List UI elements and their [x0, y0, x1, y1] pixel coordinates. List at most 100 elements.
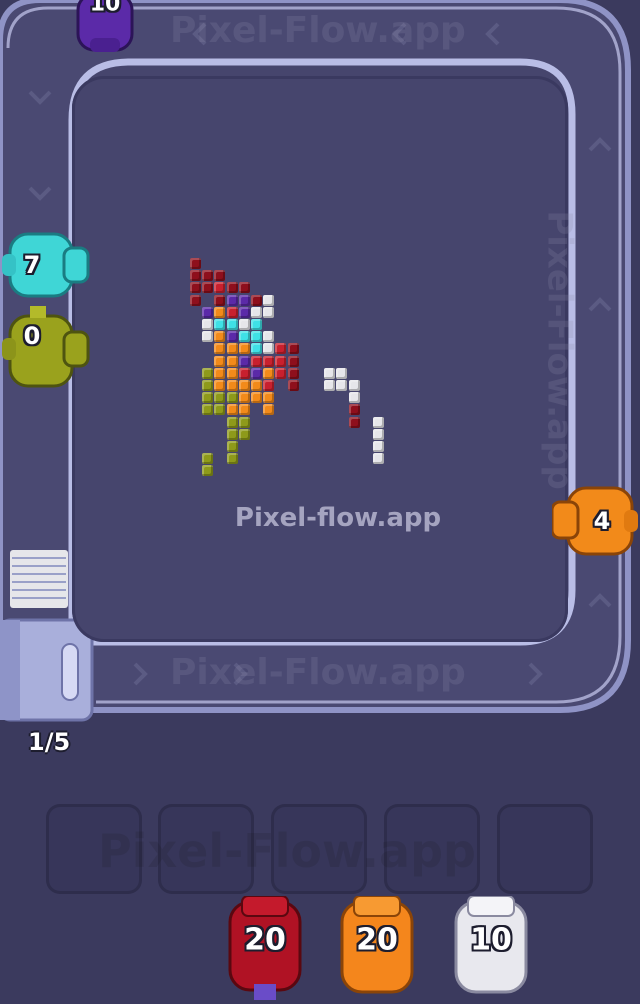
waiting-orange[interactable]: 20: [336, 895, 418, 1000]
pixel-block: [226, 343, 238, 355]
pixel-block: [238, 416, 250, 428]
pixel-block: [226, 367, 238, 379]
pixel-block: [214, 367, 226, 379]
pixel-block: [348, 392, 360, 404]
pixel-block: [251, 331, 262, 343]
pixel-block: [226, 416, 238, 428]
waiting-red[interactable]: 20: [220, 895, 310, 1000]
pixel-block: [202, 453, 214, 465]
pixel-block: [202, 270, 214, 282]
shooter-purple[interactable]: 10: [72, 0, 138, 58]
pixel-block: [214, 355, 226, 367]
pixel-block: [214, 331, 226, 343]
pixel-block: [251, 380, 262, 391]
pixel-block: [324, 367, 336, 379]
pixel-block: [214, 294, 226, 306]
waiting-white[interactable]: 10: [450, 895, 532, 1000]
pixel-block: [263, 331, 275, 343]
pixel-block: [373, 428, 384, 440]
watermark-track-bottom: Pixel-Flow.app: [170, 652, 466, 693]
pixel-block: [324, 380, 336, 391]
pixel-block: [336, 367, 348, 379]
pixel-block: [348, 416, 360, 428]
pixel-block: [348, 380, 360, 391]
pixel-board: [72, 76, 568, 642]
pixel-block: [226, 441, 238, 452]
pixel-block: [190, 258, 201, 269]
pixel-block: [251, 306, 262, 318]
pixel-block: [287, 380, 299, 391]
pig-icon: [2, 306, 90, 388]
pixel-block: [226, 319, 238, 330]
pixel-block: [263, 392, 275, 404]
pixel-block: [214, 270, 226, 282]
pixel-block: [238, 331, 250, 343]
tray-slot[interactable]: [497, 804, 593, 894]
pixel-block: [238, 319, 250, 330]
pixel-block: [202, 367, 214, 379]
pixel-block: [263, 367, 275, 379]
pixel-block: [263, 343, 275, 355]
pixel-block: [226, 294, 238, 306]
pixel-block: [373, 441, 384, 452]
pixel-block: [214, 282, 226, 294]
pixel-block: [190, 270, 201, 282]
pixel-block: [238, 343, 250, 355]
pixel-block: [251, 343, 262, 355]
pixel-block: [214, 319, 226, 330]
pixel-block: [251, 294, 262, 306]
pixel-block: [202, 282, 214, 294]
pixel-block: [238, 294, 250, 306]
watermark-center: Pixel-flow.app: [234, 503, 442, 533]
pixel-block: [263, 404, 275, 416]
pixel-block: [263, 380, 275, 391]
pixel-block: [373, 453, 384, 465]
shooter-cyan[interactable]: 7: [2, 228, 90, 302]
pixel-block: [202, 331, 214, 343]
pixel-block: [226, 404, 238, 416]
pixel-block: [190, 294, 201, 306]
watermark-track-top: Pixel-Flow.app: [170, 10, 466, 51]
pixel-block: [373, 416, 384, 428]
pixel-block: [214, 306, 226, 318]
pixel-block: [348, 404, 360, 416]
shooter-olive[interactable]: 0: [2, 306, 90, 388]
pixel-block: [287, 343, 299, 355]
pixel-block: [275, 355, 287, 367]
pixel-block: [263, 355, 275, 367]
pixel-block: [275, 367, 287, 379]
pixel-block: [226, 380, 238, 391]
pixel-block: [202, 404, 214, 416]
pixel-block: [238, 306, 250, 318]
pixel-block: [214, 343, 226, 355]
pixel-block: [238, 380, 250, 391]
pixel-block: [287, 367, 299, 379]
pixel-block: [226, 392, 238, 404]
queue-counter: 1/5: [28, 728, 71, 756]
pixel-block: [238, 392, 250, 404]
pixel-block: [202, 392, 214, 404]
pixel-block: [226, 428, 238, 440]
pixel-block: [263, 294, 275, 306]
pixel-block: [251, 392, 262, 404]
pixel-block: [226, 453, 238, 465]
pixel-block: [275, 343, 287, 355]
watermark-track-right: Pixel-Flow.app: [539, 210, 580, 490]
pixel-block: [226, 282, 238, 294]
pixel-block: [251, 319, 262, 330]
queue-stack-icon: [10, 550, 68, 608]
pixel-block: [226, 331, 238, 343]
pixel-block: [226, 306, 238, 318]
watermark-tray: Pixel-Flow.app: [98, 824, 476, 878]
pixel-block: [202, 380, 214, 391]
shooter-orange[interactable]: 4: [550, 484, 640, 558]
pixel-block: [263, 306, 275, 318]
pixel-block: [202, 306, 214, 318]
pixel-block: [287, 355, 299, 367]
pixel-block: [238, 367, 250, 379]
pixel-block: [238, 355, 250, 367]
pixel-block: [214, 392, 226, 404]
pixel-block: [238, 404, 250, 416]
pixel-block: [202, 465, 214, 477]
pixel-block: [202, 319, 214, 330]
